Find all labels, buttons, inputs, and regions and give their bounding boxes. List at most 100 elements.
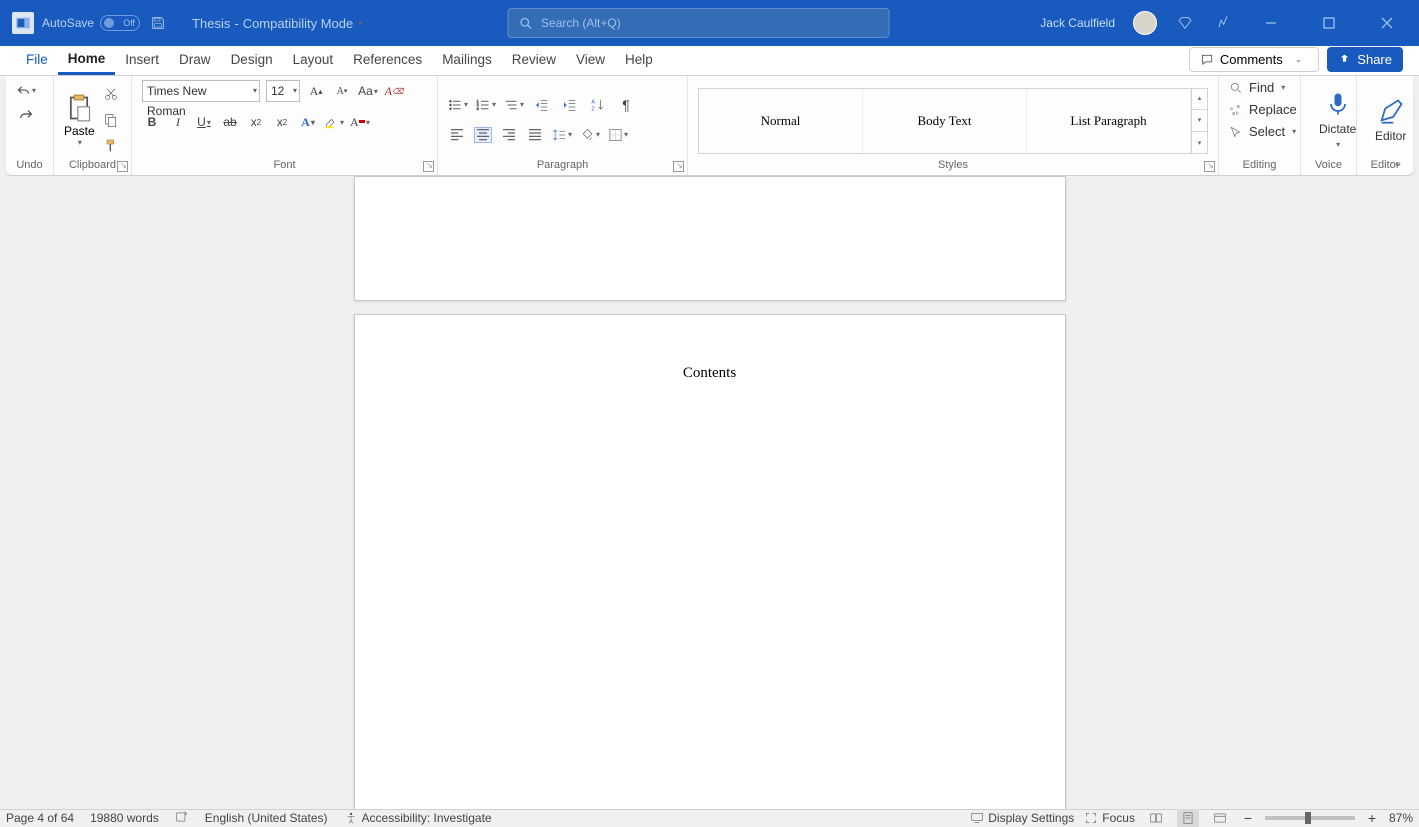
borders-button[interactable]: ▾ [608,125,628,145]
font-size-combo[interactable]: 12▾ [266,80,300,102]
save-button[interactable] [148,13,168,33]
change-case-button[interactable]: Aa▾ [358,81,378,101]
text-effects-button[interactable]: A▾ [298,112,318,132]
font-name-combo[interactable]: Times New Roman▾ [142,80,260,102]
subscript-button[interactable]: x2 [246,112,266,132]
increase-indent-button[interactable] [560,95,580,115]
page-previous[interactable] [354,176,1066,301]
chevron-down-icon[interactable]: ▾ [464,100,468,109]
chevron-down-icon[interactable]: ▾ [366,118,370,127]
tab-design[interactable]: Design [221,45,283,75]
shading-button[interactable]: ▾ [580,125,600,145]
tab-insert[interactable]: Insert [115,45,169,75]
strikethrough-button[interactable]: ab [220,112,240,132]
select-button[interactable]: Select▾ [1229,124,1296,139]
autosave-control[interactable]: AutoSave Off [42,15,140,31]
show-marks-button[interactable]: ¶ [616,95,636,115]
contents-heading[interactable]: Contents [355,315,1065,382]
user-avatar[interactable] [1133,11,1157,35]
chevron-down-icon[interactable]: ▾ [520,100,524,109]
shrink-font-button[interactable]: A▾ [332,81,352,101]
tab-mailings[interactable]: Mailings [432,45,502,75]
chevron-down-icon[interactable]: ▾ [207,118,211,127]
status-spellcheck-icon[interactable] [175,810,189,827]
gallery-scroll[interactable]: ▴ ▾ ▾ [1191,88,1207,154]
line-spacing-button[interactable]: ▾ [552,125,572,145]
tab-home[interactable]: Home [58,45,116,75]
style-body-text[interactable]: Body Text [863,89,1027,153]
chevron-down-icon[interactable]: ⌄ [1289,54,1309,65]
minimize-button[interactable] [1251,8,1291,38]
paragraph-dialog-launcher[interactable]: ↘ [673,161,684,172]
multilevel-list-button[interactable]: ▾ [504,95,524,115]
numbering-button[interactable]: 123▾ [476,95,496,115]
find-button[interactable]: Find▾ [1229,80,1285,95]
bullets-button[interactable]: ▾ [448,95,468,115]
chevron-down-icon[interactable]: ▾ [358,19,362,28]
search-input[interactable]: Search (Alt+Q) [507,8,889,38]
chevron-down-icon[interactable]: ▾ [374,87,378,96]
coming-soon-icon[interactable] [1213,13,1233,33]
chevron-down-icon[interactable]: ▾ [340,118,344,127]
clipboard-dialog-launcher[interactable]: ↘ [117,161,128,172]
web-layout-button[interactable] [1209,809,1231,827]
close-button[interactable] [1367,8,1407,38]
chevron-down-icon[interactable]: ▾ [624,130,628,139]
align-left-button[interactable] [448,127,466,143]
document-canvas[interactable]: Contents [0,176,1419,809]
share-button[interactable]: Share [1327,47,1403,72]
paste-button[interactable]: Paste ▾ [64,92,95,147]
format-painter-button[interactable] [101,136,121,156]
chevron-down-icon[interactable]: ▾ [1336,140,1340,149]
style-list-paragraph[interactable]: List Paragraph [1027,89,1191,153]
chevron-down-icon[interactable]: ▾ [568,130,572,139]
zoom-slider[interactable] [1265,816,1355,820]
copy-button[interactable] [101,110,121,130]
zoom-in-button[interactable]: + [1365,810,1379,826]
tab-draw[interactable]: Draw [169,45,221,75]
chevron-down-icon[interactable]: ▾ [78,138,82,147]
align-right-button[interactable] [500,127,518,143]
cut-button[interactable] [101,84,121,104]
tab-layout[interactable]: Layout [283,45,344,75]
chevron-down-icon[interactable]: ▾ [1292,127,1296,136]
maximize-button[interactable] [1309,8,1349,38]
align-center-button[interactable] [474,127,492,143]
sort-button[interactable]: AZ [588,95,608,115]
chevron-down-icon[interactable]: ▾ [492,100,496,109]
chevron-down-icon[interactable]: ▾ [311,118,315,127]
editor-button[interactable]: Editor [1367,95,1414,145]
chevron-down-icon[interactable]: ▾ [253,81,257,101]
diamond-icon[interactable] [1175,13,1195,33]
highlight-button[interactable]: ▾ [324,112,344,132]
styles-gallery[interactable]: Normal Body Text List Paragraph ▴ ▾ ▾ [698,88,1208,154]
undo-button[interactable]: ▾ [16,80,36,100]
gallery-down-icon[interactable]: ▾ [1192,110,1207,132]
autosave-toggle[interactable]: Off [100,15,140,31]
document-title[interactable]: Thesis - Compatibility Mode ▾ [192,16,362,31]
chevron-down-icon[interactable]: ▾ [293,81,297,101]
font-color-button[interactable]: A▾ [350,112,370,132]
style-normal[interactable]: Normal [699,89,863,153]
chevron-down-icon[interactable]: ▾ [596,130,600,139]
font-dialog-launcher[interactable]: ↘ [423,161,434,172]
gallery-more-icon[interactable]: ▾ [1192,132,1207,153]
zoom-thumb-icon[interactable] [1305,812,1311,824]
gallery-up-icon[interactable]: ▴ [1192,88,1207,110]
decrease-indent-button[interactable] [532,95,552,115]
chevron-down-icon[interactable]: ▾ [1281,83,1285,92]
redo-button[interactable] [16,104,36,124]
tab-help[interactable]: Help [615,45,663,75]
underline-button[interactable]: U▾ [194,112,214,132]
zoom-out-button[interactable]: − [1241,810,1255,826]
collapse-ribbon-button[interactable]: ⌄ [1393,155,1403,169]
clear-formatting-button[interactable]: A⌫ [384,81,404,101]
comments-button[interactable]: Comments ⌄ [1189,47,1319,72]
superscript-button[interactable]: x2 [272,112,292,132]
replace-button[interactable]: abReplace [1229,102,1297,117]
grow-font-button[interactable]: A▴ [306,81,326,101]
user-name[interactable]: Jack Caulfield [1040,16,1115,30]
justify-button[interactable] [526,127,544,143]
tab-view[interactable]: View [566,45,615,75]
print-layout-button[interactable] [1177,809,1199,827]
